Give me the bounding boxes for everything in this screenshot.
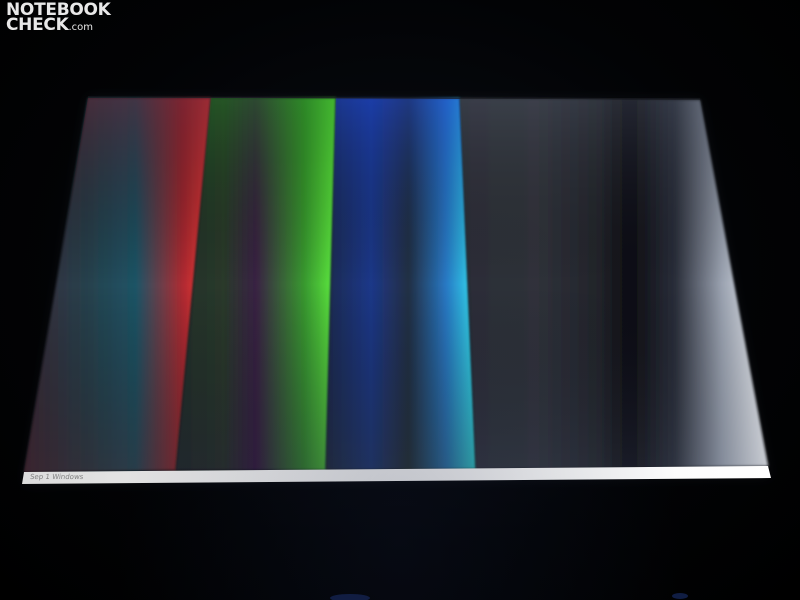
logo-suffix: .com <box>68 22 94 33</box>
logo-line-2: CHECK.com <box>6 15 111 35</box>
led-reflection-right <box>672 593 688 599</box>
photo-scene: Sep 1 Windows NOTEBOOK CHECK.com <box>0 0 800 600</box>
logo-check: CHECK <box>6 15 69 35</box>
blue-gradient-band <box>326 98 476 470</box>
gray-gradient-band <box>460 98 768 469</box>
led-reflection-left <box>330 594 370 600</box>
taskbar-label: Sep 1 Windows <box>29 473 84 481</box>
display-panel <box>22 96 771 600</box>
notebookcheck-logo: NOTEBOOK CHECK.com <box>6 2 111 35</box>
